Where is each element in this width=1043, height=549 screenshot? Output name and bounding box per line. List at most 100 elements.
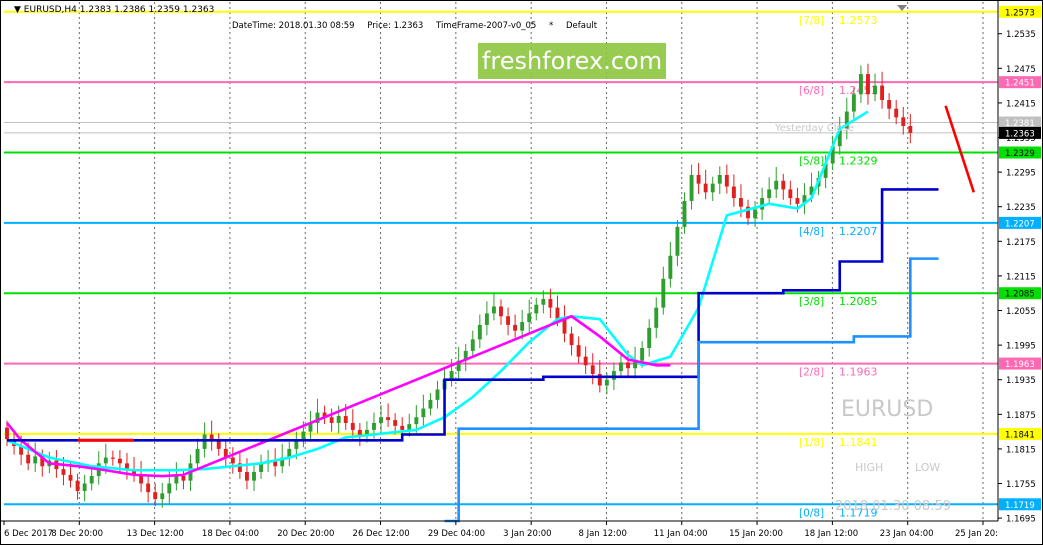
candle-body [731,186,736,199]
candle-body [541,298,546,305]
candle-body [654,307,659,328]
candle-body [103,457,108,464]
candle-body [407,424,412,430]
candle-body [703,183,708,193]
price-tag-label: 1.2573 [1005,8,1035,18]
watermark-low: LOW [915,461,940,474]
price-tag-label: 1.1841 [1005,430,1035,440]
x-tick-label: 18 Dec 04:00 [202,529,259,539]
candle-body [590,365,595,374]
y-tick-label: 1.2295 [1006,169,1036,179]
candle-body [421,408,426,418]
candle-body [576,345,581,357]
candle-body [160,493,165,500]
candle-body [851,94,856,112]
murrey-level-value: 1.1963 [839,366,878,379]
candle-body [379,417,383,423]
candle-body [583,356,588,366]
y-tick-label: 1.1875 [1006,411,1036,421]
candle-body [682,200,687,227]
y-tick-label: 1.2535 [1006,30,1036,40]
ohlc-values: 1.2383 1.2386 1.2359 1.2363 [79,5,215,15]
y-tick-label: 1.2475 [1006,65,1036,75]
candle-body [5,427,9,440]
murrey-level-label: [1/8] [799,437,824,449]
candle-body [788,189,793,199]
candle-body [767,189,772,199]
x-tick-label: 15 Jan 20:00 [729,529,783,539]
candle-body [858,74,863,95]
candle-body [336,416,341,423]
candle-body [506,316,511,325]
candle-body [611,371,616,380]
x-tick-label: 23 Jan 04:00 [880,529,934,539]
candle-body [75,480,80,492]
candle-body [795,198,800,204]
candle-body [724,175,729,187]
candle-body [393,420,398,426]
dropdown-triangle-icon[interactable]: ▼ [14,5,21,15]
candle-body [89,476,94,484]
price-tag-label: 1.1719 [1005,501,1035,511]
y-tick-label: 1.1755 [1006,480,1036,490]
y-tick-label: 1.2055 [1006,307,1036,317]
candle-body [477,324,482,340]
price-tag-label: 1.2085 [1005,290,1035,300]
y-tick-label: 1.2235 [1006,203,1036,213]
candle-body [647,327,652,348]
candle-body [894,108,899,118]
candle-body [343,416,348,423]
candle-body [513,324,518,331]
murrey-level-value: 1.2085 [839,295,878,308]
price-tag-label: 1.2207 [1005,219,1035,229]
candle-body [117,458,122,464]
candle-body [484,313,489,325]
candle-body [26,454,31,464]
candle-body [668,255,673,279]
murrey-level-label: [2/8] [799,367,824,379]
candle-body [202,434,207,449]
murrey-level-value: 1.2451 [839,84,878,97]
candle-body [428,399,433,409]
watermark-symbol: EURUSD [841,397,933,422]
candle-body [534,304,539,314]
marker-readout: * [549,21,554,31]
candle-body [68,474,73,481]
candle-body [562,319,567,334]
candle-body [153,492,158,500]
timeframe-readout: TimeFrame-2007-v0_05 [436,21,537,31]
candle-body [661,278,666,308]
watermark-timestamp: 2018.01.30 08:59 [835,499,951,514]
candle-body [230,457,235,464]
price-readout: Price: 1.2363 [367,21,424,31]
candle-body [414,417,419,425]
price-tag-label: 1.2329 [1005,149,1035,159]
price-tag-label: 1.2363 [1005,129,1035,139]
murrey-level-label: [3/8] [799,296,824,308]
candle-body [82,483,87,492]
candle-body [873,85,877,95]
x-tick-label: 26 Dec 12:00 [353,529,410,539]
candle-body [774,180,779,190]
candle-body [527,313,532,323]
candle-body [174,476,179,484]
candle-body [350,422,355,430]
datetime-readout: DateTime: 2018.01.30 08:59 [232,21,355,31]
murrey-level-value: 1.1841 [839,436,878,449]
freshforex-logo: freshforex.com [478,43,666,79]
symbol-label: EURUSD,H4 [23,5,77,15]
yesterday-close-label: Yesterday Close [774,123,854,134]
y-tick-label: 1.1695 [1006,515,1036,525]
indicator-info: DateTime: 2018.01.30 08:59 Price: 1.2363… [232,21,607,31]
x-tick-label: 20 Dec 20:00 [277,529,334,539]
chart-area[interactable]: [7/8] 1.2573 [6/8] 1.2451 [5/8] 1.2329 [4/8] 1.… [0,0,1043,545]
candle-body [181,476,186,481]
x-tick-label: 18 Jan 12:00 [804,529,858,539]
murrey-level-label: [0/8] [799,507,824,519]
price-chart[interactable]: [7/8] 1.2573 [6/8] 1.2451 [5/8] 1.2329 [4/8] 1.… [0,0,1043,545]
candle-body [901,117,906,126]
candle-body [195,448,200,464]
x-tick-label: 13 Dec 12:00 [127,529,184,539]
candle-body [760,198,765,210]
murrey-level-label: [5/8] [799,156,824,168]
